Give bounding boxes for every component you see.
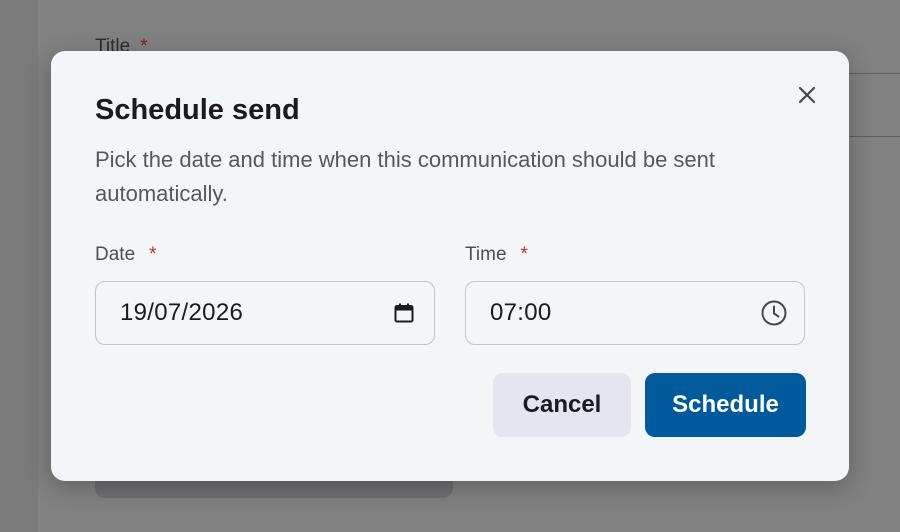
- calendar-icon[interactable]: [390, 299, 418, 327]
- schedule-send-dialog: Schedule send Pick the date and time whe…: [51, 51, 849, 481]
- cancel-button[interactable]: Cancel: [493, 373, 631, 437]
- time-input[interactable]: 07:00: [465, 281, 805, 345]
- date-input[interactable]: 19/07/2026: [95, 281, 435, 345]
- time-label-text: Time: [465, 244, 507, 265]
- schedule-button[interactable]: Schedule: [645, 373, 806, 437]
- clock-icon[interactable]: [760, 299, 788, 327]
- time-required-mark: *: [520, 244, 528, 265]
- date-value: 19/07/2026: [120, 299, 244, 326]
- close-button[interactable]: [795, 83, 819, 107]
- date-required-mark: *: [149, 244, 157, 265]
- date-label-text: Date: [95, 244, 136, 265]
- date-label: Date *: [95, 244, 157, 266]
- time-label: Time *: [465, 244, 528, 266]
- close-icon: [798, 86, 816, 104]
- dialog-description: Pick the date and time when this communi…: [95, 147, 716, 206]
- time-value: 07:00: [490, 299, 552, 326]
- background-sidebar: [0, 0, 38, 532]
- dialog-title: Schedule send: [95, 94, 300, 126]
